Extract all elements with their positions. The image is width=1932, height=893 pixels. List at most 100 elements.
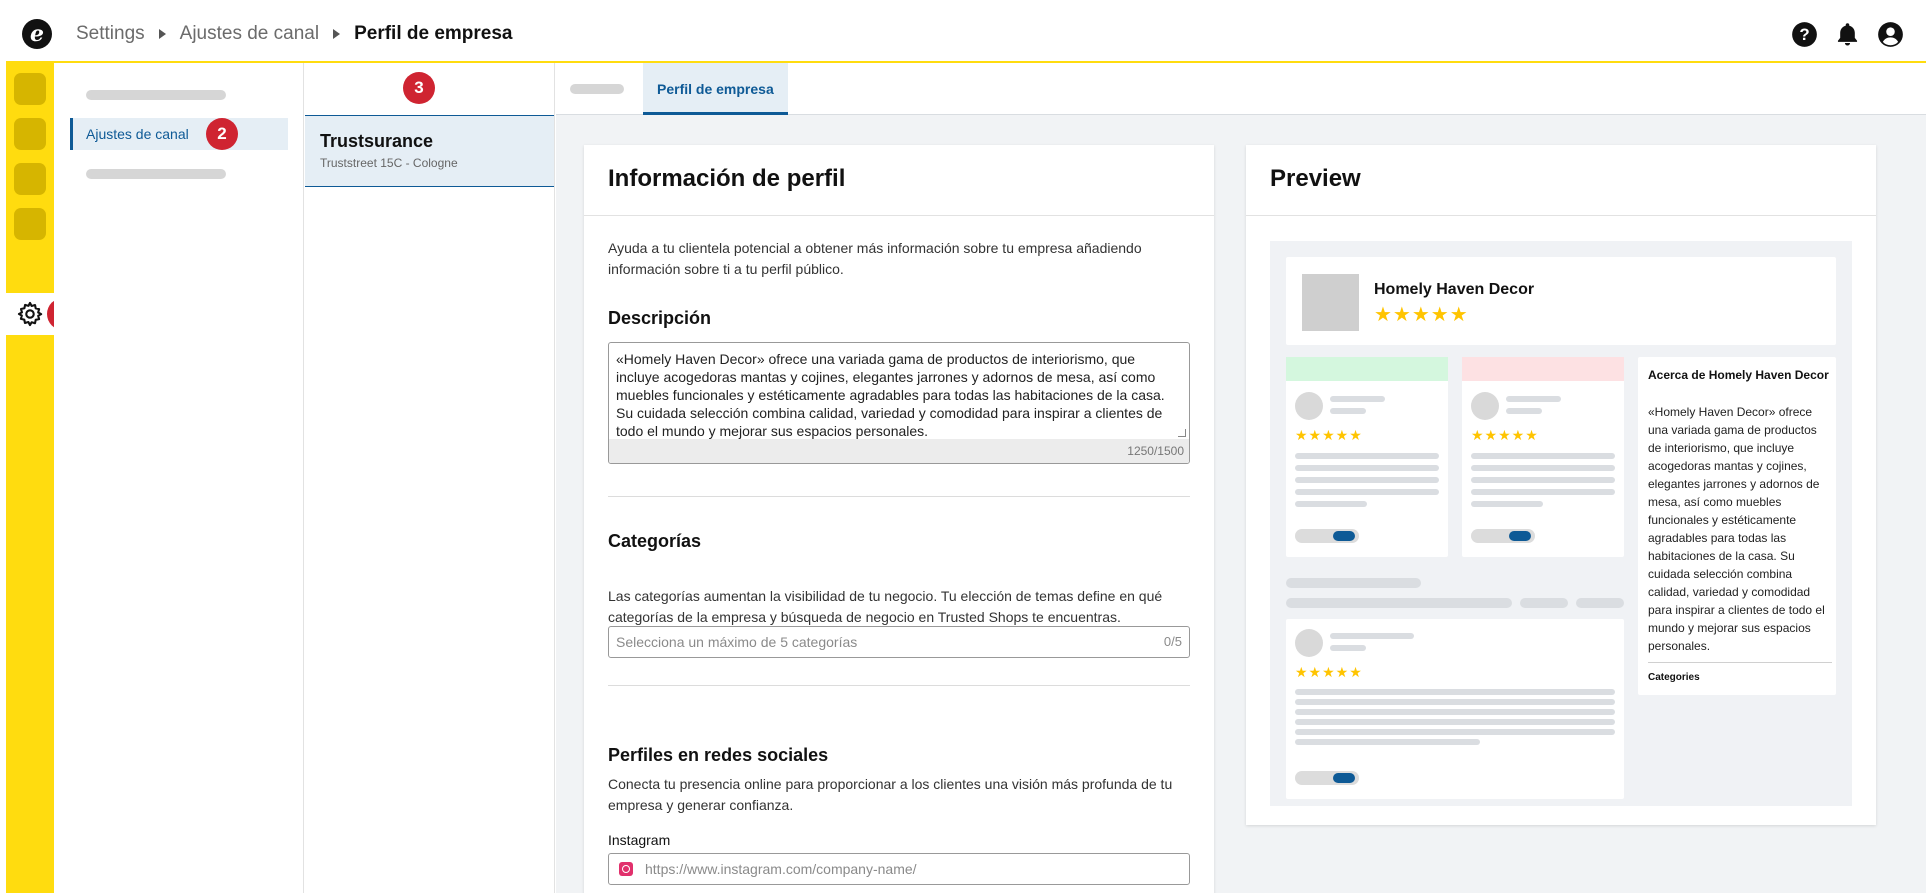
review-avatar	[1471, 392, 1499, 420]
instagram-placeholder: https://www.instagram.com/company-name/	[645, 861, 917, 877]
categories-counter: 0/5	[1163, 634, 1182, 649]
user-icon[interactable]	[1877, 21, 1904, 48]
channel-address: Truststreet 15C - Cologne	[320, 156, 458, 170]
channel-list: Trustsurance Truststreet 15C - Cologne	[305, 63, 555, 893]
placeholder-line	[1286, 578, 1421, 588]
preview-star-rating: ★★★★★	[1374, 304, 1469, 326]
tab-bar: Perfil de empresa	[556, 63, 1926, 115]
nav-item-placeholder[interactable]	[14, 163, 46, 195]
profile-intro: Ayuda a tu clientela potencial a obtener…	[608, 240, 1142, 277]
placeholder-line	[1295, 465, 1439, 471]
preview-title: Preview	[1270, 165, 1361, 192]
preview-review-card: ★★★★★	[1286, 619, 1624, 799]
description-textarea[interactable]: «Homely Haven Decor» ofrece una variada …	[608, 342, 1190, 464]
review-stars: ★★★★★	[1471, 427, 1539, 443]
categories-select[interactable]: Selecciona un máximo de 5 categorías 0/5	[608, 626, 1190, 658]
placeholder-line	[1295, 699, 1615, 705]
placeholder-line	[1471, 477, 1615, 483]
channel-name: Trustsurance	[320, 131, 434, 151]
social-heading: Perfiles en redes sociales	[608, 745, 829, 765]
app-logo[interactable]: e	[22, 19, 52, 49]
placeholder-line	[1330, 645, 1366, 651]
gear-icon	[17, 301, 43, 327]
tab-company-profile[interactable]: Perfil de empresa	[643, 63, 788, 115]
placeholder-line	[1520, 598, 1568, 608]
preview-about-title: Acerca de Homely Haven Decor	[1648, 368, 1829, 382]
main-content: Perfil de empresa Información de perfil …	[556, 63, 1926, 893]
categories-text: Las categorías aumentan la visibilidad d…	[608, 588, 1163, 625]
profile-info-title: Información de perfil	[608, 165, 846, 192]
breadcrumb-caret-icon	[333, 29, 341, 39]
nav-item-placeholder[interactable]	[14, 208, 46, 240]
tab-placeholder[interactable]	[570, 84, 624, 94]
placeholder-line	[1295, 709, 1615, 715]
preview-canvas: Homely Haven Decor ★★★★★ ★★★★★ ★★★★★ ★★★…	[1270, 241, 1852, 806]
placeholder-line	[1471, 501, 1543, 507]
review-toggle	[1295, 529, 1359, 543]
resize-handle-icon[interactable]	[1178, 429, 1186, 437]
section-divider	[608, 685, 1190, 686]
preview-categories-label: Categories	[1648, 672, 1700, 683]
breadcrumb-current: Perfil de empresa	[354, 23, 513, 44]
subnav-item-label: Ajustes de canal	[86, 126, 189, 142]
review-stars: ★★★★★	[1295, 427, 1363, 443]
preview-card: Preview Homely Haven Decor ★★★★★ ★★★★★ ★…	[1246, 145, 1876, 825]
placeholder-line	[1330, 396, 1385, 402]
subnav-item-placeholder[interactable]	[86, 90, 226, 100]
review-stars: ★★★★★	[1295, 664, 1363, 680]
categories-placeholder: Selecciona un máximo de 5 categorías	[616, 634, 858, 650]
subnav-item-placeholder[interactable]	[86, 169, 226, 179]
review-avatar	[1295, 629, 1323, 657]
channel-item-selected[interactable]: Trustsurance Truststreet 15C - Cologne	[305, 115, 554, 187]
card-divider	[1246, 215, 1876, 216]
preview-company-name: Homely Haven Decor	[1374, 281, 1535, 298]
placeholder-line	[1506, 396, 1561, 402]
preview-company-logo	[1302, 274, 1359, 331]
review-toggle	[1471, 529, 1535, 543]
instagram-input[interactable]: https://www.instagram.com/company-name/	[608, 853, 1190, 885]
main-nav-rail	[6, 63, 54, 893]
placeholder-line	[1330, 633, 1414, 639]
nav-item-placeholder[interactable]	[14, 118, 46, 150]
bell-icon[interactable]	[1834, 21, 1861, 48]
placeholder-line	[1295, 729, 1615, 735]
about-divider	[1648, 662, 1832, 663]
subnav-item-channel-settings[interactable]: Ajustes de canal	[70, 118, 288, 150]
svg-text:?: ?	[1799, 25, 1809, 44]
card-divider	[584, 215, 1214, 216]
placeholder-line	[1295, 477, 1439, 483]
profile-info-card: Información de perfil Ayuda a tu cliente…	[584, 145, 1214, 893]
breadcrumb-caret-icon	[158, 29, 166, 39]
placeholder-line	[1471, 453, 1615, 459]
review-sentiment-bar	[1286, 357, 1448, 381]
placeholder-line	[1295, 453, 1439, 459]
instagram-label: Instagram	[608, 832, 671, 848]
top-header: e Settings Ajustes de canal Perfil de em…	[6, 4, 1926, 63]
preview-about-text: «Homely Haven Decor» ofrece una variada …	[1648, 405, 1825, 653]
header-actions: ?	[1791, 21, 1904, 48]
review-sentiment-bar	[1462, 357, 1624, 381]
placeholder-line	[1295, 739, 1480, 745]
breadcrumb-settings[interactable]: Settings	[76, 23, 145, 45]
description-heading: Descripción	[608, 308, 712, 328]
placeholder-line	[1295, 501, 1367, 507]
placeholder-line	[1295, 719, 1615, 725]
placeholder-line	[1295, 689, 1615, 695]
settings-subnav: Ajustes de canal	[54, 63, 304, 893]
description-counter: 1250/1500	[609, 439, 1189, 463]
step-badge-3: 3	[403, 72, 435, 104]
placeholder-line	[1286, 598, 1512, 608]
instagram-icon	[619, 862, 633, 876]
breadcrumb-channel-settings[interactable]: Ajustes de canal	[180, 23, 319, 45]
preview-about-box: Acerca de Homely Haven Decor «Homely Hav…	[1638, 357, 1836, 695]
placeholder-line	[1295, 489, 1439, 495]
breadcrumb: Settings Ajustes de canal Perfil de empr…	[76, 23, 513, 45]
placeholder-line	[1471, 489, 1615, 495]
nav-item-placeholder[interactable]	[14, 73, 46, 105]
placeholder-line	[1330, 408, 1366, 414]
placeholder-line	[1576, 598, 1624, 608]
placeholder-line	[1471, 465, 1615, 471]
description-value: «Homely Haven Decor» ofrece una variada …	[616, 351, 1165, 439]
help-icon[interactable]: ?	[1791, 21, 1818, 48]
preview-company-header: Homely Haven Decor ★★★★★	[1286, 257, 1836, 345]
